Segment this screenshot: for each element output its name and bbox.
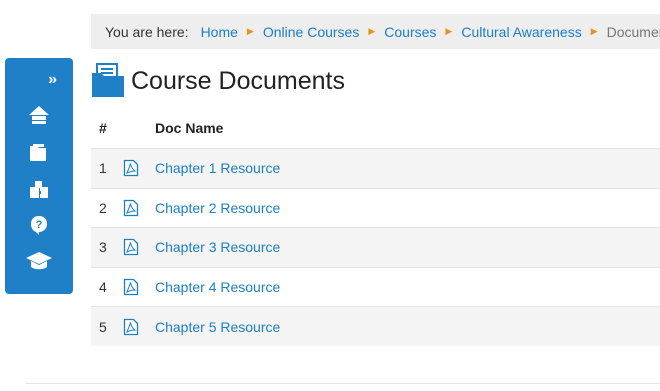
svg-text:?: ? <box>36 219 43 231</box>
caret-right-icon: ▶ <box>590 26 598 36</box>
table-header: # Doc Name <box>91 108 660 148</box>
doc-link[interactable]: Chapter 2 Resource <box>155 200 280 216</box>
row-number: 1 <box>99 160 107 177</box>
folder-icon <box>30 144 46 161</box>
graduation-cap-icon <box>26 252 52 270</box>
documents-table: # Doc Name 1 Chapter 1 Resource 2 Chapte… <box>91 108 660 346</box>
page-title: Course Documents <box>131 66 345 95</box>
sidebar: » ? <box>5 58 73 294</box>
footer-divider <box>25 383 660 384</box>
puzzle-icon <box>30 181 48 198</box>
caret-right-icon: ▶ <box>246 26 254 36</box>
pdf-icon[interactable] <box>123 159 139 177</box>
breadcrumb-link-courses[interactable]: Courses <box>384 24 436 40</box>
help-icon: ? <box>31 216 47 235</box>
pdf-icon[interactable] <box>123 199 139 217</box>
pdf-icon[interactable] <box>123 238 139 256</box>
breadcrumb-link-home[interactable]: Home <box>201 24 238 40</box>
sidebar-item-modules[interactable] <box>5 174 73 204</box>
breadcrumb: You are here: Home ▶ Online Courses ▶ Co… <box>91 14 660 49</box>
caret-right-icon: ▶ <box>445 26 453 36</box>
breadcrumb-label: You are here: <box>105 23 189 40</box>
sidebar-item-courses[interactable] <box>5 244 73 278</box>
table-row: 2 Chapter 2 Resource <box>91 187 660 228</box>
caret-right-icon: ▶ <box>368 26 376 36</box>
doc-link[interactable]: Chapter 1 Resource <box>155 160 280 176</box>
row-number: 2 <box>99 199 107 216</box>
column-header-number: # <box>99 120 107 136</box>
sidebar-item-help[interactable]: ? <box>5 210 73 240</box>
sidebar-expand-button[interactable]: » <box>5 70 73 90</box>
row-number: 5 <box>99 318 107 335</box>
doc-link[interactable]: Chapter 5 Resource <box>155 319 280 335</box>
table-row: 5 Chapter 5 Resource <box>91 306 660 346</box>
pdf-icon[interactable] <box>123 278 139 296</box>
table-row: 1 Chapter 1 Resource <box>91 148 660 188</box>
pdf-icon[interactable] <box>123 318 139 336</box>
sidebar-item-home[interactable] <box>5 100 73 130</box>
doc-link[interactable]: Chapter 4 Resource <box>155 279 280 295</box>
table-row: 3 Chapter 3 Resource <box>91 227 660 267</box>
sidebar-expand-label: » <box>48 71 57 88</box>
doc-link[interactable]: Chapter 3 Resource <box>155 239 280 255</box>
folder-icon <box>92 63 124 97</box>
column-header-doc-name: Doc Name <box>155 120 224 136</box>
page-header: Course Documents <box>91 60 345 102</box>
breadcrumb-link-online-courses[interactable]: Online Courses <box>263 24 360 40</box>
breadcrumb-current: Documents <box>606 23 660 40</box>
sidebar-item-documents[interactable] <box>5 138 73 168</box>
home-icon <box>29 106 49 124</box>
row-number: 3 <box>99 239 107 256</box>
row-number: 4 <box>99 279 107 296</box>
breadcrumb-link-cultural-awareness[interactable]: Cultural Awareness <box>461 24 581 40</box>
table-row: 4 Chapter 4 Resource <box>91 266 660 307</box>
